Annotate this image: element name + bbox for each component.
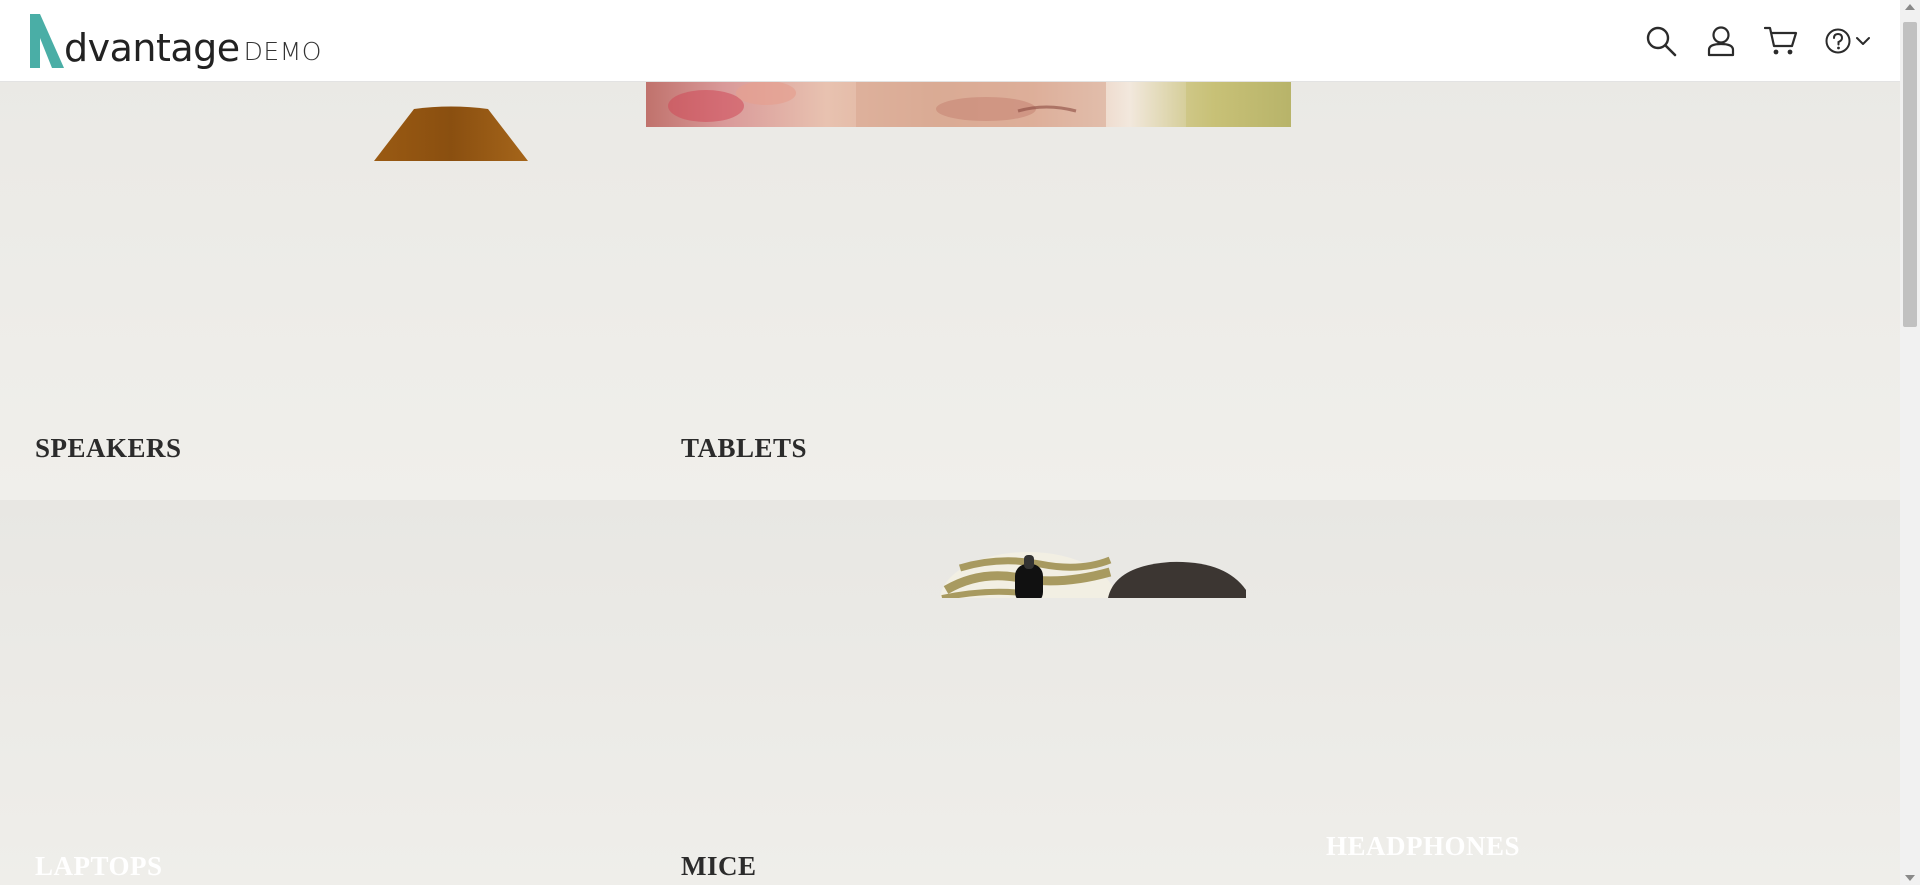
category-label-tablets[interactable]: TABLETS bbox=[681, 433, 807, 464]
category-label-headphones[interactable]: HEADPHONES bbox=[1326, 831, 1520, 862]
speaker-image[interactable] bbox=[374, 106, 528, 161]
scroll-thumb[interactable] bbox=[1903, 22, 1917, 327]
scroll-up-arrow[interactable] bbox=[1905, 4, 1915, 10]
chevron-down-icon[interactable] bbox=[1856, 36, 1870, 46]
cart-icon[interactable] bbox=[1764, 24, 1798, 58]
logo-a-mark bbox=[30, 14, 64, 68]
category-label-speakers[interactable]: SPEAKERS bbox=[35, 433, 182, 464]
advantage-demo-logo[interactable]: dvantage DEMO bbox=[28, 12, 322, 72]
category-label-mice[interactable]: MICE bbox=[681, 851, 757, 882]
header-icons bbox=[1644, 24, 1870, 58]
tablets-image[interactable] bbox=[646, 81, 1291, 127]
site-header: dvantage DEMO bbox=[0, 0, 1900, 82]
logo-demo-text: DEMO bbox=[243, 37, 322, 66]
category-label-laptops[interactable]: LAPTOPS bbox=[35, 851, 163, 882]
search-icon[interactable] bbox=[1644, 24, 1678, 58]
user-icon[interactable] bbox=[1704, 24, 1738, 58]
help-menu[interactable] bbox=[1824, 27, 1870, 55]
tablet-photo-detail bbox=[668, 81, 1291, 127]
scroll-down-arrow[interactable] bbox=[1905, 875, 1915, 881]
help-icon[interactable] bbox=[1824, 27, 1852, 55]
mice-image[interactable] bbox=[940, 550, 1246, 598]
logo-word: dvantage bbox=[64, 26, 240, 70]
vertical-scrollbar[interactable] bbox=[1900, 0, 1920, 885]
